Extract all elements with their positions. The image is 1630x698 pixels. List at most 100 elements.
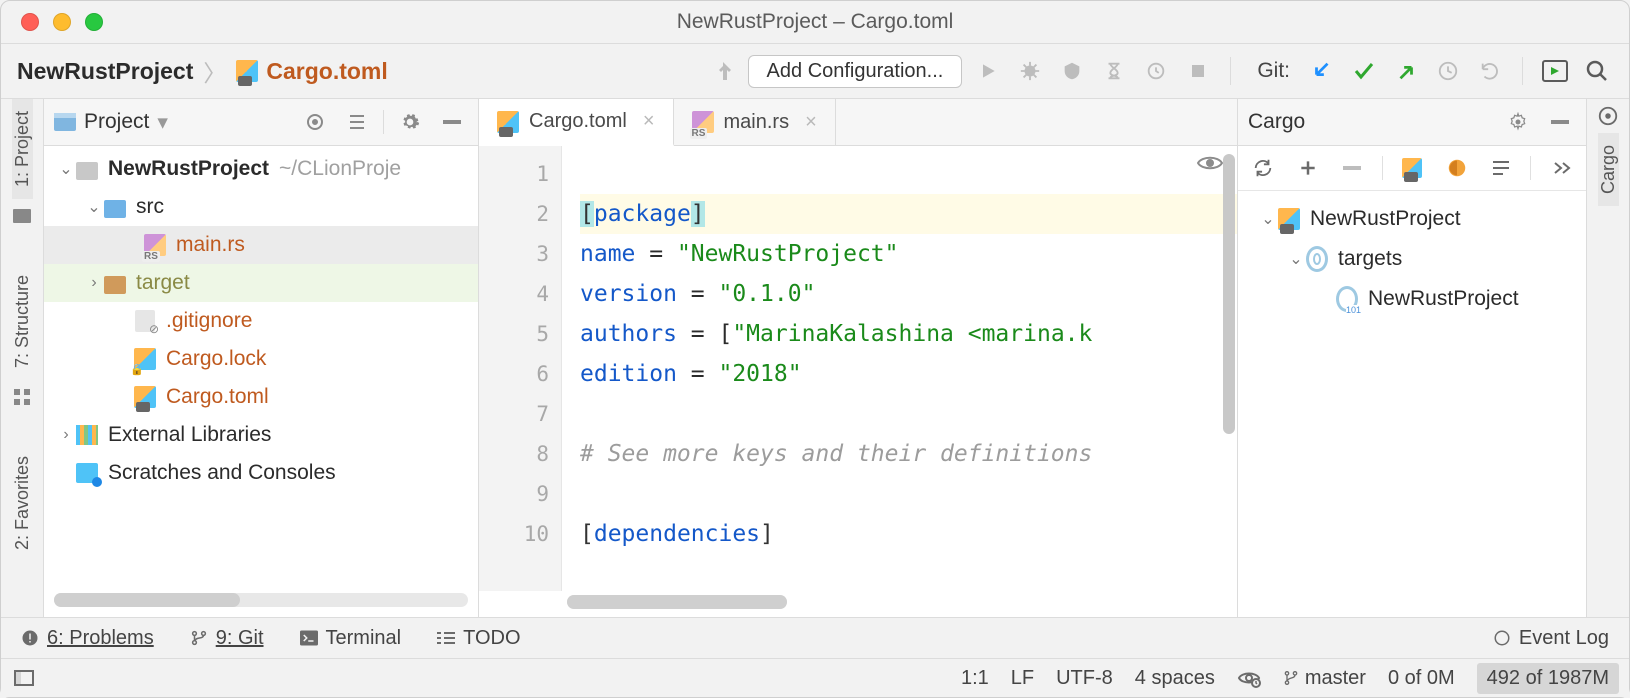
gitignore-file-icon xyxy=(135,310,155,332)
panel-settings-button[interactable] xyxy=(394,106,426,138)
project-view-selector[interactable]: Project ▾ xyxy=(54,110,168,135)
add-configuration-button[interactable]: Add Configuration... xyxy=(748,55,963,88)
cargo-more-button[interactable] xyxy=(1545,152,1576,184)
tool-windows-toggle-button[interactable] xyxy=(11,662,37,694)
gutter-line: 10 xyxy=(479,514,549,554)
status-inspections-icon[interactable] xyxy=(1237,668,1261,688)
tree-external-libraries[interactable]: › External Libraries xyxy=(44,416,478,454)
tree-file-main-rs-label: main.rs xyxy=(176,233,245,257)
chevron-right-icon[interactable]: › xyxy=(56,426,76,444)
status-memory[interactable]: 492 of 1987M xyxy=(1477,663,1619,694)
breadcrumb-root[interactable]: NewRustProject xyxy=(17,58,193,85)
rust-file-icon xyxy=(692,111,714,133)
status-line-separator[interactable]: LF xyxy=(1011,667,1034,690)
run-anything-button[interactable] xyxy=(1539,55,1571,87)
tree-root[interactable]: ⌄ NewRustProject ~/CLionProje xyxy=(44,150,478,188)
status-background-tasks[interactable]: 0 of 0M xyxy=(1388,667,1455,690)
binary-target-icon xyxy=(1336,286,1358,312)
git-commit-button[interactable] xyxy=(1348,55,1380,87)
git-history-button[interactable] xyxy=(1432,55,1464,87)
folder-icon xyxy=(104,276,126,294)
tree-file-main-rs[interactable]: main.rs xyxy=(44,226,478,264)
tool-tab-structure[interactable]: 7: Structure xyxy=(12,263,33,380)
reader-mode-icon[interactable] xyxy=(1197,154,1223,172)
cargo-refresh-button[interactable] xyxy=(1248,152,1279,184)
editor-gutter[interactable]: 1 2 3 4 5 6 7 8 9 10 xyxy=(479,146,562,591)
cargo-binary-node[interactable]: NewRustProject xyxy=(1246,279,1578,319)
tree-file-cargo-toml[interactable]: Cargo.toml xyxy=(44,378,478,416)
status-encoding[interactable]: UTF-8 xyxy=(1056,667,1113,690)
attach-button[interactable] xyxy=(1140,55,1172,87)
cargo-toolchain-button[interactable] xyxy=(1397,152,1428,184)
git-revert-button[interactable] xyxy=(1474,55,1506,87)
cargo-add-button[interactable] xyxy=(1293,152,1324,184)
breadcrumbs[interactable]: NewRustProject 〉 Cargo.toml xyxy=(17,54,388,88)
git-push-button[interactable] xyxy=(1390,55,1422,87)
gutter-line: 8 xyxy=(479,434,549,474)
tool-tab-git[interactable]: 9: Git xyxy=(190,627,264,650)
tree-folder-target[interactable]: › target xyxy=(44,264,478,302)
editor-tab-cargo-toml[interactable]: Cargo.toml × xyxy=(479,99,674,146)
cargo-tree[interactable]: ⌄ NewRustProject ⌄ targets NewRustProjec… xyxy=(1238,191,1586,327)
panel-hide-button[interactable] xyxy=(436,106,468,138)
status-indent[interactable]: 4 spaces xyxy=(1135,667,1215,690)
profile-button[interactable] xyxy=(1098,55,1130,87)
tree-file-cargo-toml-label: Cargo.toml xyxy=(166,385,269,409)
window-minimize-icon[interactable] xyxy=(53,13,71,31)
run-button[interactable] xyxy=(972,55,1004,87)
build-button[interactable] xyxy=(706,55,738,87)
cargo-binary-label: NewRustProject xyxy=(1368,287,1519,311)
editor-horizontal-scrollbar[interactable] xyxy=(567,595,787,609)
search-everywhere-button[interactable] xyxy=(1581,55,1613,87)
status-git-branch[interactable]: master xyxy=(1283,667,1366,690)
tool-tab-event-log[interactable]: Event Log xyxy=(1493,627,1609,650)
code-token: "2018" xyxy=(718,361,801,387)
project-horizontal-scrollbar[interactable] xyxy=(54,593,468,607)
window-close-icon[interactable] xyxy=(21,13,39,31)
coverage-button[interactable] xyxy=(1056,55,1088,87)
tool-tab-problems-label: 6: Problems xyxy=(47,627,154,649)
tree-file-cargo-lock[interactable]: Cargo.lock xyxy=(44,340,478,378)
git-pull-button[interactable] xyxy=(1306,55,1338,87)
chevron-down-icon: ▾ xyxy=(157,110,168,135)
editor-vertical-scrollbar[interactable] xyxy=(1223,154,1235,434)
chevron-down-icon[interactable]: ⌄ xyxy=(56,159,76,179)
tool-tab-cargo[interactable]: Cargo xyxy=(1598,133,1619,206)
tree-folder-src[interactable]: ⌄ src xyxy=(44,188,478,226)
tool-tab-favorites[interactable]: 2: Favorites xyxy=(12,444,33,562)
locate-button[interactable] xyxy=(299,106,331,138)
window-zoom-icon[interactable] xyxy=(85,13,103,31)
tool-tab-project[interactable]: 1: Project xyxy=(12,99,33,199)
editor-tab-main-rs[interactable]: main.rs × xyxy=(674,99,836,145)
tool-tab-terminal[interactable]: Terminal xyxy=(300,627,402,650)
chevron-down-icon[interactable]: ⌄ xyxy=(1258,209,1278,229)
status-caret[interactable]: 1:1 xyxy=(961,667,989,690)
cargo-project-node[interactable]: ⌄ NewRustProject xyxy=(1246,199,1578,239)
warning-icon xyxy=(21,629,39,647)
stop-button[interactable] xyxy=(1182,55,1214,87)
code-editor[interactable]: 1 2 3 4 5 6 7 8 9 10 [package] name = "N… xyxy=(479,146,1237,591)
tool-tab-todo[interactable]: TODO xyxy=(437,627,520,650)
tool-tab-problems[interactable]: 6: Problems xyxy=(21,627,154,650)
close-tab-icon[interactable]: × xyxy=(799,111,817,134)
debug-button[interactable] xyxy=(1014,55,1046,87)
bottom-tool-bar: 6: Problems 9: Git Terminal TODO Event L… xyxy=(1,617,1629,658)
cargo-remove-button[interactable] xyxy=(1337,152,1368,184)
chevron-down-icon[interactable]: ⌄ xyxy=(84,197,104,217)
expand-all-button[interactable] xyxy=(341,106,373,138)
cargo-targets-node[interactable]: ⌄ targets xyxy=(1246,239,1578,279)
project-tree[interactable]: ⌄ NewRustProject ~/CLionProje ⌄ src main… xyxy=(44,146,478,587)
toml-file-icon xyxy=(134,386,156,408)
cargo-expand-button[interactable] xyxy=(1486,152,1517,184)
breadcrumb-file[interactable]: Cargo.toml xyxy=(236,58,387,85)
tree-file-gitignore[interactable]: .gitignore xyxy=(44,302,478,340)
chevron-down-icon[interactable]: ⌄ xyxy=(1286,249,1306,269)
tree-scratches[interactable]: Scratches and Consoles xyxy=(44,454,478,492)
code-token: ] xyxy=(691,201,705,227)
cargo-settings-button[interactable] xyxy=(1502,106,1534,138)
cargo-hide-button[interactable] xyxy=(1544,106,1576,138)
chevron-right-icon[interactable]: › xyxy=(84,274,104,292)
close-tab-icon[interactable]: × xyxy=(637,110,655,133)
cargo-features-button[interactable] xyxy=(1441,152,1472,184)
editor-content[interactable]: [package] name = "NewRustProject" versio… xyxy=(562,146,1237,591)
